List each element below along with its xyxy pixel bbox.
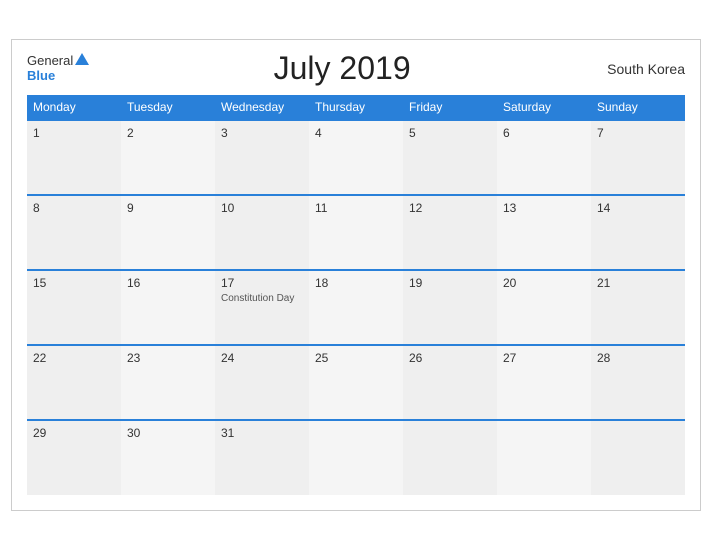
day-number: 23	[127, 351, 209, 365]
day-number: 16	[127, 276, 209, 290]
calendar-cell: 29	[27, 420, 121, 495]
calendar-cell: 17 Constitution Day	[215, 270, 309, 345]
weekday-monday: Monday	[27, 95, 121, 120]
calendar-cell: 2	[121, 120, 215, 195]
weekday-sunday: Sunday	[591, 95, 685, 120]
calendar-cell: 30	[121, 420, 215, 495]
calendar-cell: 15	[27, 270, 121, 345]
logo: General Blue	[27, 54, 89, 83]
day-number: 15	[33, 276, 115, 290]
day-number: 13	[503, 201, 585, 215]
day-number: 26	[409, 351, 491, 365]
calendar-cell: 11	[309, 195, 403, 270]
calendar-cell: 10	[215, 195, 309, 270]
calendar-header: General Blue July 2019 South Korea	[27, 50, 685, 87]
calendar-cell	[309, 420, 403, 495]
calendar-cell: 9	[121, 195, 215, 270]
calendar-cell	[403, 420, 497, 495]
calendar-cell: 1	[27, 120, 121, 195]
calendar-week-row: 89 10 11 12 13 14	[27, 195, 685, 270]
day-number: 6	[503, 126, 585, 140]
calendar-cell	[497, 420, 591, 495]
calendar-cell: 31	[215, 420, 309, 495]
calendar-week-row: 22 23 24 25 26 27 28	[27, 345, 685, 420]
calendar-table: Monday Tuesday Wednesday Thursday Friday…	[27, 95, 685, 495]
calendar-cell: 16	[121, 270, 215, 345]
day-number: 14	[597, 201, 679, 215]
day-number: 31	[221, 426, 303, 440]
day-number: 28	[597, 351, 679, 365]
calendar-cell: 5	[403, 120, 497, 195]
calendar-cell: 4	[309, 120, 403, 195]
day-number: 22	[33, 351, 115, 365]
day-number: 5	[409, 126, 491, 140]
calendar-title: July 2019	[89, 50, 595, 87]
calendar-cell: 21	[591, 270, 685, 345]
day-number: 2	[127, 126, 209, 140]
calendar-cell: 24	[215, 345, 309, 420]
calendar-cell: 22	[27, 345, 121, 420]
day-number: 25	[315, 351, 397, 365]
day-number: 7	[597, 126, 679, 140]
day-number: 1	[33, 126, 115, 140]
calendar-week-row: 1234567	[27, 120, 685, 195]
calendar-cell	[591, 420, 685, 495]
calendar-cell: 6	[497, 120, 591, 195]
day-number: 27	[503, 351, 585, 365]
calendar-cell: 12	[403, 195, 497, 270]
calendar-cell: 19	[403, 270, 497, 345]
day-number: 12	[409, 201, 491, 215]
weekday-tuesday: Tuesday	[121, 95, 215, 120]
day-number: 19	[409, 276, 491, 290]
calendar-cell: 18	[309, 270, 403, 345]
day-number: 18	[315, 276, 397, 290]
day-number: 4	[315, 126, 397, 140]
calendar-cell: 14	[591, 195, 685, 270]
day-number: 24	[221, 351, 303, 365]
logo-general: General	[27, 54, 73, 68]
day-number: 17	[221, 276, 303, 290]
day-number: 9	[127, 201, 209, 215]
day-number: 10	[221, 201, 303, 215]
calendar-cell: 28	[591, 345, 685, 420]
calendar-cell: 13	[497, 195, 591, 270]
weekday-wednesday: Wednesday	[215, 95, 309, 120]
calendar-cell: 27	[497, 345, 591, 420]
calendar-cell: 3	[215, 120, 309, 195]
day-number: 21	[597, 276, 679, 290]
calendar-cell: 26	[403, 345, 497, 420]
logo-blue: Blue	[27, 69, 89, 83]
day-number: 29	[33, 426, 115, 440]
day-number: 11	[315, 201, 397, 215]
day-number: 3	[221, 126, 303, 140]
calendar-cell: 7	[591, 120, 685, 195]
calendar-container: General Blue July 2019 South Korea Monda…	[11, 39, 701, 511]
day-number: 30	[127, 426, 209, 440]
calendar-week-row: 29 30 31	[27, 420, 685, 495]
weekday-friday: Friday	[403, 95, 497, 120]
logo-top: General	[27, 54, 89, 68]
weekday-saturday: Saturday	[497, 95, 591, 120]
event-label: Constitution Day	[221, 293, 303, 304]
country-label: South Korea	[595, 61, 685, 77]
weekday-thursday: Thursday	[309, 95, 403, 120]
calendar-week-row: 15 16 17 Constitution Day 18 19 20 21	[27, 270, 685, 345]
logo-wrapper: General Blue	[27, 54, 89, 83]
calendar-cell: 20	[497, 270, 591, 345]
day-number: 20	[503, 276, 585, 290]
calendar-cell: 23	[121, 345, 215, 420]
logo-triangle-icon	[75, 53, 89, 65]
calendar-cell: 8	[27, 195, 121, 270]
calendar-cell: 25	[309, 345, 403, 420]
weekday-header-row: Monday Tuesday Wednesday Thursday Friday…	[27, 95, 685, 120]
day-number: 8	[33, 201, 115, 215]
